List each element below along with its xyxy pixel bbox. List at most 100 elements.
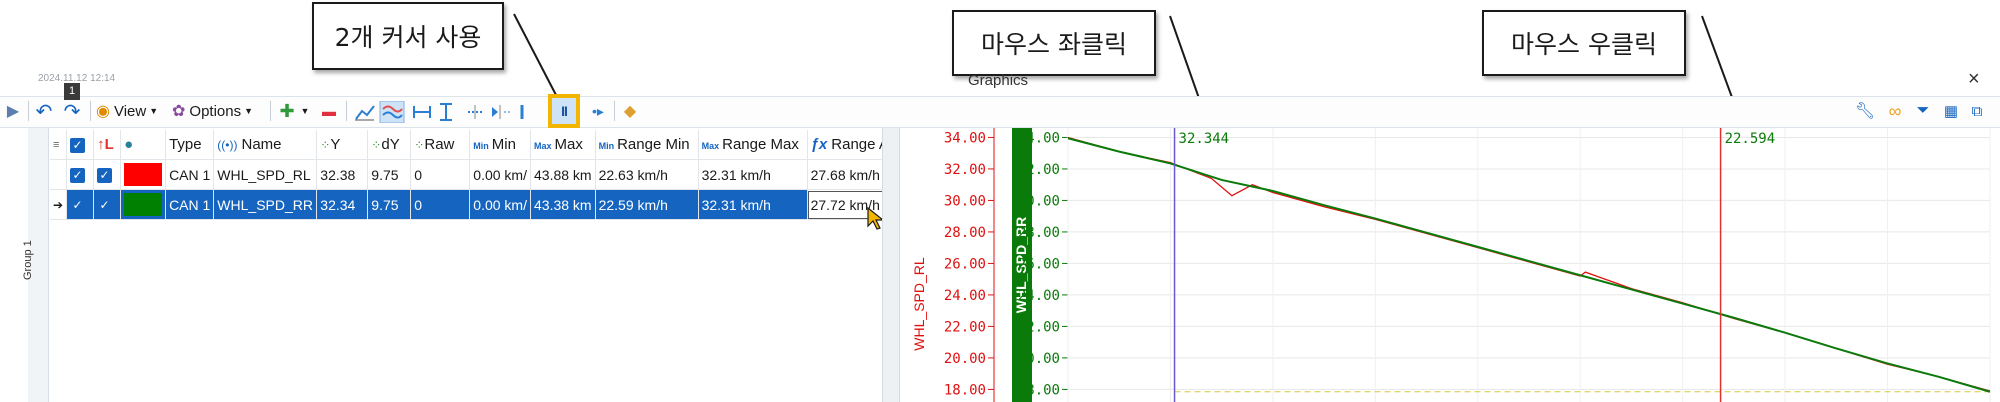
cell-name: WHL_SPD_RL (213, 159, 318, 190)
cell-min: 0.00 km/ (469, 159, 531, 190)
play-button[interactable]: ▶ (2, 100, 24, 122)
multi-axis-icon[interactable] (379, 101, 405, 123)
table-clear-icon[interactable]: ▦ (1940, 100, 1962, 122)
table-row-selected[interactable]: ➔ ✓ ✓ CAN 1 WHL_SPD_RR 32.34 9.75 0 0.00… (50, 189, 915, 220)
link-icon[interactable]: ∞ (1884, 100, 1906, 122)
step-icon[interactable] (468, 105, 482, 119)
zoom-in-x-icon[interactable] (492, 105, 510, 119)
y-axis-rl-label: WHL_SPD_RL (911, 257, 927, 351)
cell-y: 32.38 (316, 159, 369, 190)
graphics-chart[interactable]: 34.00 32.00 30.00 28.00 26.00 24.00 22.00 20.00… (900, 128, 2000, 402)
gear-icon: ✿ (172, 103, 186, 120)
cursor-value-label: 32.344 (1179, 131, 1230, 147)
min-badge: Min (473, 141, 489, 151)
chevron-down-icon[interactable]: ▼ (299, 100, 311, 122)
cell-range-max: 32.31 km/h (698, 159, 808, 190)
column-range-max-label: Range Max (722, 136, 799, 153)
y-tick-label: 28.00 (944, 225, 986, 241)
wrench-icon[interactable]: 🔧︎ (1850, 100, 1880, 122)
raw-icon: ⁘ (414, 138, 425, 152)
filter-icon[interactable]: ⏷ (1912, 100, 1934, 122)
right-click-callout: 마우스 우클릭 (1482, 10, 1686, 76)
y-tick-label: 20.00 (944, 351, 986, 367)
y-tick-label: 26.00 (944, 256, 986, 272)
add-signal-button[interactable]: ✚ (276, 100, 298, 122)
cell-dy: 9.75 (367, 159, 412, 190)
chart-tool-icons (355, 101, 524, 123)
max-badge: Max (534, 141, 552, 151)
view-menu[interactable]: ◉ View ▼ (96, 100, 166, 122)
column-max[interactable]: Max Max (530, 130, 596, 160)
remove-signal-button[interactable]: ▬ (318, 100, 340, 122)
column-min-label: Min (491, 136, 516, 153)
column-type[interactable]: Type (165, 130, 215, 160)
column-range-max[interactable]: Max Range Max (698, 130, 808, 160)
y-tick-label: 22.00 (944, 319, 986, 335)
line-chart-icon[interactable] (355, 105, 375, 121)
cell-range-min: 22.63 km/h (595, 159, 699, 190)
cursor-move-icon[interactable]: •▸ (588, 100, 608, 122)
max-badge: Max (701, 141, 720, 151)
fit-height-icon[interactable] (440, 103, 452, 121)
cell-range-max: 32.31 km/h (698, 189, 808, 220)
color-swatch[interactable] (124, 163, 163, 186)
y-tick-label: 30.00 (944, 193, 986, 209)
cell-max: 43.38 km (530, 189, 596, 220)
row-color[interactable] (120, 159, 167, 190)
panel-splitter[interactable] (882, 128, 900, 402)
color-palette-icon[interactable]: ● (120, 130, 167, 160)
row-pointer (50, 159, 68, 190)
color-swatch[interactable] (124, 193, 163, 216)
toolbar-divider (28, 101, 29, 121)
callout-text: 마우스 우클릭 (1511, 30, 1657, 59)
y-tick-label: 18.00 (1018, 382, 1060, 398)
dy-icon: ⁘ (371, 138, 382, 152)
function-icon: ƒx (810, 136, 828, 153)
two-cursors-button[interactable]: II (548, 94, 580, 128)
eraser-icon[interactable]: ◆ (618, 100, 642, 122)
redo-button[interactable]: ↷ (60, 100, 84, 123)
column-dy-label: dY (381, 136, 400, 153)
cell-min: 0.00 km/ (469, 189, 531, 220)
left-click-callout: 마우스 좌클릭 (952, 10, 1156, 76)
callout-text: 2개 커서 사용 (334, 23, 482, 52)
table-header: ≡ ✓ ↑L ● Type ((•)) Name ⁘Y ⁘dY ⁘Raw Min M… (50, 130, 915, 160)
column-range-min[interactable]: Min Range Min (595, 130, 699, 160)
y-tick-label: 28.00 (1018, 225, 1060, 241)
options-label: Options (189, 102, 242, 120)
y-tick-label: 32.00 (1018, 162, 1060, 178)
export-icon[interactable]: ⧉ (1966, 100, 1988, 122)
cell-range-min: 22.59 km/h (595, 189, 699, 220)
cell-y: 32.34 (316, 189, 369, 220)
column-raw-label: Raw (424, 136, 455, 153)
callout-text: 마우스 좌클릭 (981, 30, 1127, 59)
fit-width-icon[interactable] (413, 106, 431, 118)
row-visible-checkbox[interactable]: ✓ (66, 159, 95, 190)
row-visible-checkbox[interactable]: ✓ (66, 189, 95, 220)
column-raw[interactable]: ⁘Raw (410, 130, 471, 160)
undo-button[interactable]: ↶ (32, 100, 56, 123)
row-menu-icon[interactable]: ≡ (50, 130, 68, 160)
table-row[interactable]: ✓ ✓ CAN 1 WHL_SPD_RL 32.38 9.75 0 0.00 k… (50, 159, 915, 190)
row-color[interactable] (120, 189, 167, 220)
y-tick-label: 24.00 (1018, 288, 1060, 304)
group-label: Group 1 (22, 240, 34, 280)
column-name[interactable]: ((•)) Name (213, 130, 318, 160)
pause-icon: II (561, 103, 568, 119)
row-axis-checkbox[interactable]: ✓ (93, 189, 122, 220)
options-menu[interactable]: ✿ Options ▼ (172, 100, 264, 122)
view-icon: ◉ (96, 103, 110, 120)
min-badge: Min (598, 141, 615, 151)
column-dy[interactable]: ⁘dY (367, 130, 412, 160)
row-axis-checkbox[interactable]: ✓ (93, 159, 122, 190)
cursor-value-label: 22.594 (1725, 131, 1776, 147)
y-tick-label: 18.00 (944, 382, 986, 398)
close-button[interactable]: × (1968, 68, 1980, 91)
column-y-label: Y (330, 136, 341, 153)
select-all-checkbox[interactable]: ✓ (66, 130, 95, 160)
axis-icon[interactable]: ↑L (93, 130, 122, 160)
y-tick-label: 22.00 (1018, 319, 1060, 335)
column-min[interactable]: Min Min (469, 130, 531, 160)
column-y[interactable]: ⁘Y (316, 130, 369, 160)
toolbar-divider (346, 101, 347, 121)
